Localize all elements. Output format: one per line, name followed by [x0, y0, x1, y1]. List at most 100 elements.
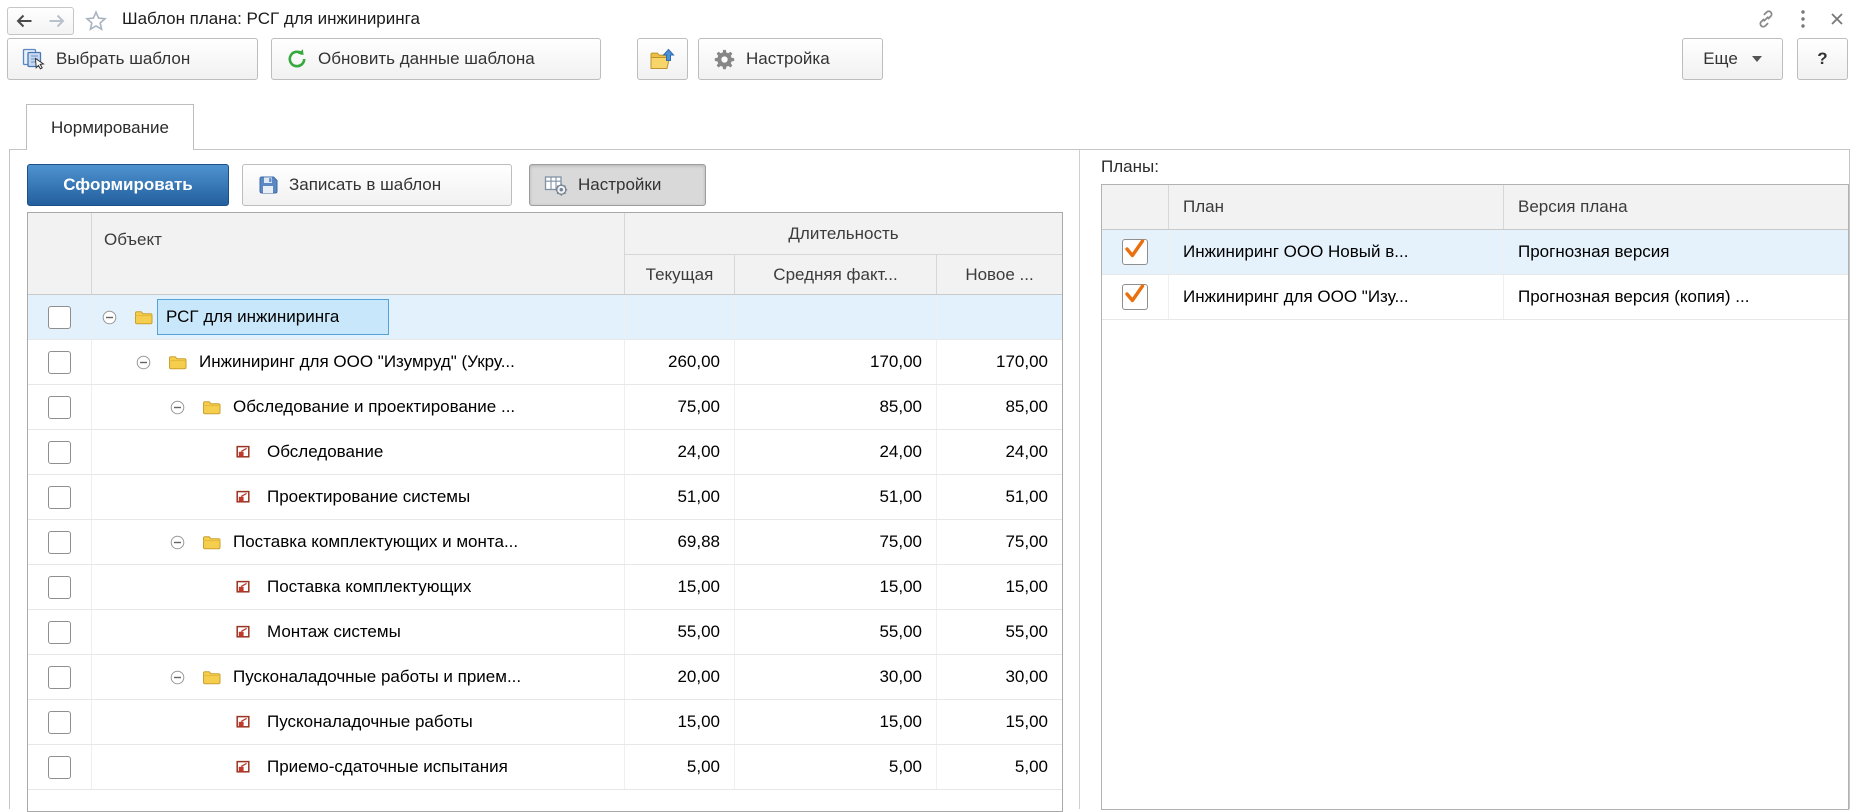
more-button[interactable]: Еще [1682, 38, 1783, 80]
duration-avg-cell[interactable]: 30,00 [735, 655, 937, 699]
duration-new-cell[interactable]: 85,00 [937, 385, 1062, 429]
select-template-button[interactable]: Выбрать шаблон [7, 38, 258, 80]
tree-row-object-cell[interactable]: Проектирование системы [92, 475, 625, 519]
duration-current-cell[interactable]: 69,88 [625, 520, 735, 564]
expand-toggle-icon[interactable] [170, 535, 202, 550]
duration-avg-cell[interactable]: 55,00 [735, 610, 937, 654]
tab-normirovanie[interactable]: Нормирование [26, 104, 194, 150]
tree-row[interactable]: Поставка комплектующих и монта...69,8875… [28, 520, 1062, 565]
duration-avg-cell[interactable]: 15,00 [735, 565, 937, 609]
tree-row[interactable]: Поставка комплектующих15,0015,0015,00 [28, 565, 1062, 610]
focused-cell-box[interactable]: РСГ для инжиниринга [157, 299, 389, 335]
duration-current-cell[interactable] [625, 295, 735, 339]
pane-splitter[interactable] [1079, 150, 1080, 809]
expand-toggle-icon[interactable] [170, 400, 202, 415]
tree-row-object-cell[interactable]: Монтаж системы [92, 610, 625, 654]
close-icon[interactable] [1830, 12, 1844, 26]
tree-row-object-cell[interactable]: Пусконаладочные работы и прием... [92, 655, 625, 699]
duration-current-cell[interactable]: 15,00 [625, 700, 735, 744]
tree-row-object-cell[interactable]: Инжиниринг для ООО "Изумруд" (Укру... [92, 340, 625, 384]
row-checkbox[interactable] [48, 531, 71, 554]
plan-version-cell[interactable]: Прогнозная версия (копия) ... [1504, 275, 1848, 319]
row-checkbox[interactable] [48, 576, 71, 599]
duration-new-cell[interactable]: 30,00 [937, 655, 1062, 699]
generate-button[interactable]: Сформировать [27, 164, 229, 206]
tree-row[interactable]: Инжиниринг для ООО "Изумруд" (Укру...260… [28, 340, 1062, 385]
row-checkbox[interactable] [48, 756, 71, 779]
row-checkbox[interactable] [48, 306, 71, 329]
duration-avg-cell[interactable]: 85,00 [735, 385, 937, 429]
plans-header-plan[interactable]: План [1169, 185, 1504, 229]
more-vert-icon[interactable] [1800, 9, 1806, 29]
row-checkbox[interactable] [48, 441, 71, 464]
link-icon[interactable] [1756, 9, 1776, 29]
settings-button[interactable]: Настройка [698, 38, 883, 80]
duration-avg-cell[interactable]: 24,00 [735, 430, 937, 474]
expand-toggle-icon[interactable] [170, 670, 202, 685]
row-checkbox[interactable] [48, 711, 71, 734]
tree-row-object-cell[interactable]: Обследование и проектирование ... [92, 385, 625, 429]
tree-row[interactable]: Пусконаладочные работы и прием...20,0030… [28, 655, 1062, 700]
tree-row[interactable]: Обследование и проектирование ...75,0085… [28, 385, 1062, 430]
duration-avg-cell[interactable] [735, 295, 937, 339]
row-checkbox[interactable] [48, 396, 71, 419]
duration-new-cell[interactable]: 15,00 [937, 565, 1062, 609]
tree-row[interactable]: Обследование24,0024,0024,00 [28, 430, 1062, 475]
duration-new-cell[interactable]: 170,00 [937, 340, 1062, 384]
duration-avg-cell[interactable]: 51,00 [735, 475, 937, 519]
header-object[interactable]: Объект [92, 213, 625, 294]
duration-current-cell[interactable]: 24,00 [625, 430, 735, 474]
duration-avg-cell[interactable]: 5,00 [735, 745, 937, 789]
duration-current-cell[interactable]: 55,00 [625, 610, 735, 654]
tree-row-object-cell[interactable]: Обследование [92, 430, 625, 474]
tree-row-object-cell[interactable]: Приемо-сдаточные испытания [92, 745, 625, 789]
refresh-template-button[interactable]: Обновить данные шаблона [271, 38, 601, 80]
expand-toggle-icon[interactable] [136, 355, 168, 370]
duration-current-cell[interactable]: 15,00 [625, 565, 735, 609]
duration-new-cell[interactable]: 55,00 [937, 610, 1062, 654]
duration-avg-cell[interactable]: 15,00 [735, 700, 937, 744]
tree-row-object-cell[interactable]: Поставка комплектующих и монта... [92, 520, 625, 564]
tree-row[interactable]: Проектирование системы51,0051,0051,00 [28, 475, 1062, 520]
forward-button[interactable] [40, 7, 74, 35]
table-settings-button[interactable]: Настройки [529, 164, 706, 206]
tree-row-object-cell[interactable]: Поставка комплектующих [92, 565, 625, 609]
row-checkbox[interactable] [48, 621, 71, 644]
tree-row[interactable]: Пусконаладочные работы15,0015,0015,00 [28, 700, 1062, 745]
duration-current-cell[interactable]: 260,00 [625, 340, 735, 384]
header-avg-fact[interactable]: Средняя факт... [735, 255, 937, 294]
header-current[interactable]: Текущая [625, 255, 735, 294]
duration-new-cell[interactable]: 24,00 [937, 430, 1062, 474]
plan-row[interactable]: Инжиниринг ООО Новый в...Прогнозная верс… [1102, 230, 1848, 275]
export-folder-button[interactable] [637, 38, 688, 80]
header-new[interactable]: Новое ... [937, 255, 1062, 294]
plan-name-cell[interactable]: Инжиниринг ООО Новый в... [1169, 230, 1504, 274]
help-button[interactable]: ? [1797, 38, 1848, 80]
tree-row[interactable]: Приемо-сдаточные испытания5,005,005,00 [28, 745, 1062, 790]
duration-new-cell[interactable]: 5,00 [937, 745, 1062, 789]
plan-checkbox[interactable] [1122, 284, 1148, 310]
duration-new-cell[interactable]: 75,00 [937, 520, 1062, 564]
duration-new-cell[interactable]: 51,00 [937, 475, 1062, 519]
plan-version-cell[interactable]: Прогнозная версия [1504, 230, 1848, 274]
duration-current-cell[interactable]: 51,00 [625, 475, 735, 519]
row-checkbox[interactable] [48, 486, 71, 509]
plans-header-version[interactable]: Версия плана [1504, 185, 1848, 229]
favorite-icon[interactable] [84, 9, 108, 33]
plan-name-cell[interactable]: Инжиниринг для ООО "Изу... [1169, 275, 1504, 319]
back-button[interactable] [7, 7, 41, 35]
tree-row-object-cell[interactable]: Пусконаладочные работы [92, 700, 625, 744]
save-to-template-button[interactable]: Записать в шаблон [242, 164, 512, 206]
expand-toggle-icon[interactable] [102, 310, 134, 325]
duration-avg-cell[interactable]: 75,00 [735, 520, 937, 564]
tree-row[interactable]: РСГ для инжиниринга [28, 295, 1062, 340]
duration-new-cell[interactable]: 15,00 [937, 700, 1062, 744]
duration-avg-cell[interactable]: 170,00 [735, 340, 937, 384]
duration-current-cell[interactable]: 75,00 [625, 385, 735, 429]
plan-row[interactable]: Инжиниринг для ООО "Изу...Прогнозная вер… [1102, 275, 1848, 320]
tree-row[interactable]: Монтаж системы55,0055,0055,00 [28, 610, 1062, 655]
duration-new-cell[interactable] [937, 295, 1062, 339]
duration-current-cell[interactable]: 5,00 [625, 745, 735, 789]
duration-current-cell[interactable]: 20,00 [625, 655, 735, 699]
plan-checkbox[interactable] [1122, 239, 1148, 265]
